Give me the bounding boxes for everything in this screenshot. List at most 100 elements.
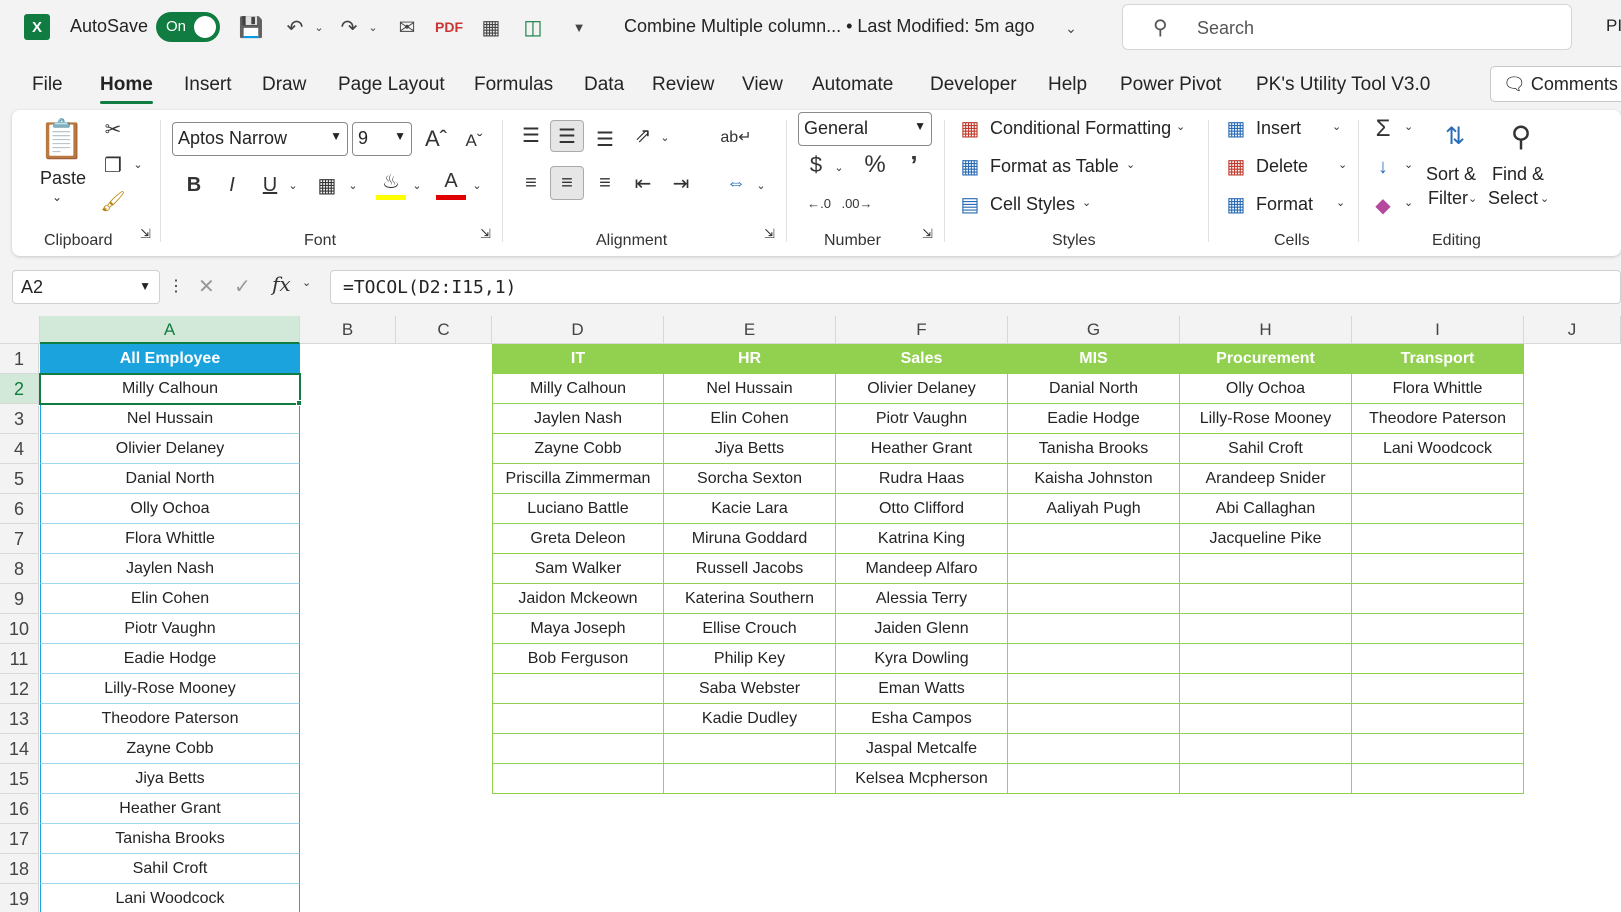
- dept-table-cell[interactable]: [1008, 674, 1180, 704]
- sort-filter-label-2[interactable]: Filter: [1428, 188, 1468, 209]
- underline-dropdown-icon[interactable]: ⌄: [284, 170, 302, 200]
- dept-table-cell[interactable]: Aaliyah Pugh: [1008, 494, 1180, 524]
- search-box[interactable]: ⚲ Search: [1122, 4, 1572, 50]
- tab-developer[interactable]: Developer: [930, 74, 1017, 96]
- all-employee-cell[interactable]: Jiya Betts: [40, 764, 300, 794]
- dept-table-cell[interactable]: [1352, 674, 1524, 704]
- column-header-i[interactable]: I: [1352, 316, 1524, 344]
- clear-dropdown-icon[interactable]: ⌄: [1404, 196, 1413, 209]
- comma-style-icon[interactable]: ’: [900, 150, 928, 180]
- all-employee-cell[interactable]: Heather Grant: [40, 794, 300, 824]
- format-painter-icon[interactable]: 🖌: [98, 186, 128, 216]
- font-color-dropdown-icon[interactable]: ⌄: [468, 170, 486, 200]
- decrease-font-size-icon[interactable]: Aˇ: [460, 126, 488, 156]
- row-header[interactable]: 12: [0, 674, 39, 704]
- bold-icon[interactable]: B: [180, 170, 208, 200]
- format-cells-button[interactable]: Format: [1256, 194, 1313, 215]
- tab-power-pivot[interactable]: Power Pivot: [1120, 74, 1221, 96]
- sort-filter-label-1[interactable]: Sort &: [1426, 164, 1476, 185]
- dept-table-cell[interactable]: [1180, 614, 1352, 644]
- format-as-table-icon[interactable]: ▦: [956, 152, 984, 180]
- all-employee-cell[interactable]: Olly Ochoa: [40, 494, 300, 524]
- document-title[interactable]: Combine Multiple column... • Last Modifi…: [624, 16, 1035, 37]
- name-box[interactable]: A2 ▼: [12, 270, 160, 304]
- all-employee-cell[interactable]: Piotr Vaughn: [40, 614, 300, 644]
- dept-table-cell[interactable]: Saba Webster: [664, 674, 836, 704]
- format-cells-icon[interactable]: ▦: [1222, 190, 1250, 218]
- dept-table-cell[interactable]: Jaiden Glenn: [836, 614, 1008, 644]
- more-options-icon[interactable]: ⋮: [168, 276, 184, 296]
- dept-table-cell[interactable]: Arandeep Snider: [1180, 464, 1352, 494]
- dept-table-cell[interactable]: [1352, 764, 1524, 794]
- decrease-decimal-icon[interactable]: .00→: [841, 188, 872, 218]
- paste-icon[interactable]: 📋: [38, 116, 85, 164]
- dept-table-cell[interactable]: Theodore Paterson: [1352, 404, 1524, 434]
- conditional-formatting-icon[interactable]: ▦: [956, 114, 984, 142]
- clipboard-launcher-icon[interactable]: ⇲: [140, 226, 151, 242]
- tab-help[interactable]: Help: [1048, 74, 1087, 96]
- dept-table-cell[interactable]: [1180, 764, 1352, 794]
- column-header-c[interactable]: C: [396, 316, 492, 344]
- dept-table-cell[interactable]: [492, 764, 664, 794]
- dept-table-cell[interactable]: Sahil Croft: [1180, 434, 1352, 464]
- align-bottom-icon[interactable]: ☰: [590, 124, 620, 154]
- autosum-icon[interactable]: Σ: [1368, 114, 1398, 144]
- dept-table-cell[interactable]: [1008, 764, 1180, 794]
- cell-styles-icon[interactable]: ▤: [956, 190, 984, 218]
- format-dropdown-icon[interactable]: ⌄: [1336, 196, 1345, 209]
- dept-table-cell[interactable]: Katerina Southern: [664, 584, 836, 614]
- dept-table-cell[interactable]: Miruna Goddard: [664, 524, 836, 554]
- dept-table-cell[interactable]: Otto Clifford: [836, 494, 1008, 524]
- decrease-indent-icon[interactable]: ⇤: [628, 168, 658, 198]
- merge-dropdown-icon[interactable]: ⌄: [752, 170, 770, 200]
- all-employee-cell[interactable]: Eadie Hodge: [40, 644, 300, 674]
- fill-color-dropdown-icon[interactable]: ⌄: [408, 170, 426, 200]
- borders-grid-icon[interactable]: ▦: [476, 12, 506, 42]
- pdf-icon[interactable]: PDF: [434, 12, 464, 42]
- currency-icon[interactable]: $: [802, 150, 830, 180]
- increase-font-size-icon[interactable]: Aˆ: [422, 124, 450, 154]
- dept-table-cell[interactable]: [492, 734, 664, 764]
- tab-insert[interactable]: Insert: [184, 74, 232, 96]
- italic-icon[interactable]: I: [218, 170, 246, 200]
- customize-qat-icon[interactable]: ▼: [564, 12, 594, 42]
- borders-dropdown-icon[interactable]: ⌄: [344, 170, 362, 200]
- tab-view[interactable]: View: [742, 74, 783, 96]
- fill-icon[interactable]: ↓: [1368, 152, 1398, 182]
- cell-styles-button[interactable]: Cell Styles: [990, 194, 1075, 215]
- dept-table-cell[interactable]: Olivier Delaney: [836, 374, 1008, 404]
- dept-table-cell[interactable]: [664, 764, 836, 794]
- insert-dropdown-icon[interactable]: ⌄: [1332, 120, 1341, 133]
- dept-table-cell[interactable]: [1008, 554, 1180, 584]
- all-employee-cell[interactable]: Nel Hussain: [40, 404, 300, 434]
- underline-icon[interactable]: U: [256, 170, 284, 200]
- align-left-icon[interactable]: ≡: [516, 168, 546, 198]
- all-employee-cell[interactable]: Theodore Paterson: [40, 704, 300, 734]
- dept-table-cell[interactable]: Jacqueline Pike: [1180, 524, 1352, 554]
- dept-table-cell[interactable]: Jaspal Metcalfe: [836, 734, 1008, 764]
- dept-table-cell[interactable]: Katrina King: [836, 524, 1008, 554]
- align-right-icon[interactable]: ≡: [590, 168, 620, 198]
- paste-dropdown-icon[interactable]: ⌄: [52, 190, 62, 204]
- sort-filter-dropdown-icon[interactable]: ⌄: [1468, 192, 1477, 205]
- cut-icon[interactable]: ✂: [98, 114, 128, 144]
- row-header[interactable]: 7: [0, 524, 39, 554]
- fill-color-icon[interactable]: ♨: [376, 168, 406, 200]
- dept-table-cell[interactable]: Alessia Terry: [836, 584, 1008, 614]
- all-employee-cell[interactable]: Zayne Cobb: [40, 734, 300, 764]
- dept-table-cell[interactable]: Danial North: [1008, 374, 1180, 404]
- delete-cells-button[interactable]: Delete: [1256, 156, 1308, 177]
- dept-table-cell[interactable]: Lilly-Rose Mooney: [1180, 404, 1352, 434]
- tab-data[interactable]: Data: [584, 74, 624, 96]
- dept-table-cell[interactable]: [664, 734, 836, 764]
- mail-icon[interactable]: ✉: [392, 12, 422, 42]
- fill-dropdown-icon[interactable]: ⌄: [1404, 158, 1413, 171]
- dept-table-cell[interactable]: Abi Callaghan: [1180, 494, 1352, 524]
- save-icon[interactable]: 💾: [236, 12, 266, 42]
- find-select-icon[interactable]: ⚲: [1498, 114, 1544, 158]
- dept-table-cell[interactable]: [1352, 584, 1524, 614]
- column-header-h[interactable]: H: [1180, 316, 1352, 344]
- dept-table-cell[interactable]: [1008, 614, 1180, 644]
- dept-table-cell[interactable]: Bob Ferguson: [492, 644, 664, 674]
- dept-table-cell[interactable]: Kaisha Johnston: [1008, 464, 1180, 494]
